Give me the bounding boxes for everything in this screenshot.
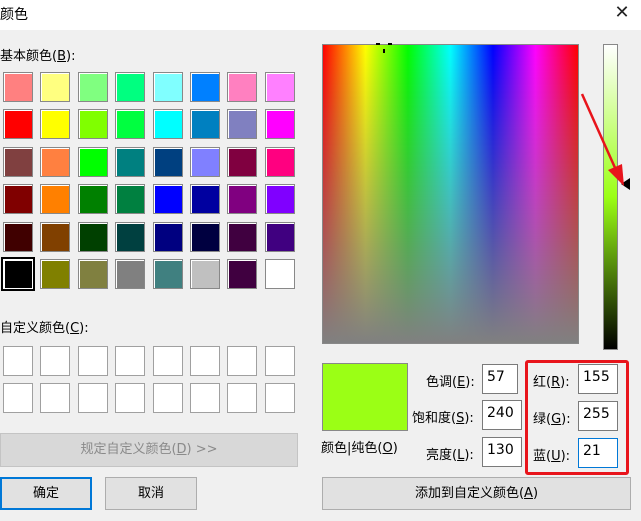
basic-color-swatch[interactable]	[227, 146, 258, 177]
basic-color-swatch[interactable]	[152, 109, 183, 140]
basic-color-swatch[interactable]	[77, 146, 108, 177]
custom-color-swatch[interactable]	[189, 346, 220, 376]
basic-color-swatch[interactable]	[264, 184, 295, 215]
basic-color-swatch[interactable]	[152, 146, 183, 177]
basic-color-swatch[interactable]	[264, 258, 295, 289]
add-to-custom-colors-button[interactable]: 添加到自定义颜色(A)	[322, 477, 631, 510]
basic-color-swatch[interactable]	[3, 72, 33, 102]
define-custom-colors-button[interactable]: 规定自定义颜色(D) >>	[0, 433, 298, 467]
custom-color-swatch[interactable]	[115, 346, 146, 376]
custom-color-swatch[interactable]	[227, 346, 258, 376]
basic-color-swatch[interactable]	[115, 221, 146, 252]
luminance-label: 亮度(L):	[426, 448, 474, 463]
custom-color-swatch[interactable]	[152, 383, 183, 413]
basic-color-swatch[interactable]	[189, 109, 220, 140]
basic-color-swatch[interactable]	[77, 109, 108, 140]
custom-color-swatch[interactable]	[152, 346, 183, 376]
basic-color-swatch[interactable]	[115, 109, 146, 140]
custom-color-swatch[interactable]	[40, 346, 71, 376]
basic-color-swatch[interactable]	[115, 72, 146, 102]
luminance-input[interactable]: 130	[482, 437, 522, 467]
title-bar: 颜色 ✕	[0, 0, 641, 30]
custom-color-swatch[interactable]	[227, 383, 258, 413]
basic-color-swatch[interactable]	[152, 184, 183, 215]
basic-color-swatch[interactable]	[152, 258, 183, 289]
ok-button[interactable]: 确定	[0, 477, 92, 510]
basic-color-swatch[interactable]	[227, 72, 258, 102]
basic-color-swatch[interactable]	[1, 256, 35, 291]
basic-color-swatch[interactable]	[189, 221, 220, 252]
basic-color-swatch[interactable]	[40, 109, 71, 140]
basic-color-swatch[interactable]	[115, 146, 146, 177]
basic-color-swatch[interactable]	[40, 146, 71, 177]
basic-color-swatch[interactable]	[40, 184, 71, 215]
basic-color-swatch[interactable]	[264, 109, 295, 140]
custom-colors-grid	[3, 346, 295, 413]
close-button[interactable]: ✕	[611, 2, 633, 24]
basic-color-swatch[interactable]	[77, 221, 108, 252]
hue-input[interactable]: 57	[482, 364, 518, 394]
window-title: 颜色	[0, 7, 28, 23]
basic-color-swatch[interactable]	[40, 221, 71, 252]
saturation-label: 饱和度(S):	[412, 411, 474, 426]
color-solid-label: 颜色|纯色(O)	[321, 441, 398, 456]
basic-color-swatch[interactable]	[3, 221, 33, 252]
rgb-highlight-box	[525, 360, 629, 475]
basic-color-swatch[interactable]	[227, 258, 258, 289]
cancel-button[interactable]: 取消	[105, 477, 197, 510]
basic-color-swatch[interactable]	[3, 109, 33, 140]
basic-color-swatch[interactable]	[115, 184, 146, 215]
custom-color-swatch[interactable]	[77, 383, 108, 413]
basic-color-swatch[interactable]	[189, 184, 220, 215]
custom-color-swatch[interactable]	[264, 346, 295, 376]
custom-color-swatch[interactable]	[264, 383, 295, 413]
basic-color-swatch[interactable]	[115, 258, 146, 289]
custom-color-swatch[interactable]	[3, 383, 33, 413]
basic-color-swatch[interactable]	[189, 258, 220, 289]
hue-label: 色调(E):	[426, 375, 475, 390]
custom-colors-label: 自定义颜色(C):	[0, 321, 89, 336]
basic-colors-grid	[1, 72, 295, 291]
basic-color-swatch[interactable]	[77, 184, 108, 215]
basic-color-swatch[interactable]	[189, 146, 220, 177]
basic-color-swatch[interactable]	[40, 258, 71, 289]
basic-color-swatch[interactable]	[264, 146, 295, 177]
basic-color-swatch[interactable]	[227, 221, 258, 252]
basic-color-swatch[interactable]	[3, 184, 33, 215]
basic-color-swatch[interactable]	[264, 72, 295, 102]
saturation-input[interactable]: 240	[482, 400, 522, 430]
basic-color-swatch[interactable]	[40, 72, 71, 102]
custom-color-swatch[interactable]	[40, 383, 71, 413]
custom-color-swatch[interactable]	[115, 383, 146, 413]
custom-color-swatch[interactable]	[77, 346, 108, 376]
basic-colors-label: 基本颜色(B):	[0, 49, 76, 64]
basic-color-swatch[interactable]	[152, 221, 183, 252]
basic-color-swatch[interactable]	[77, 258, 108, 289]
annotation-arrow-icon	[580, 93, 624, 186]
basic-color-swatch[interactable]	[152, 72, 183, 102]
basic-color-swatch[interactable]	[227, 109, 258, 140]
basic-color-swatch[interactable]	[264, 221, 295, 252]
basic-color-swatch[interactable]	[77, 72, 108, 102]
custom-color-swatch[interactable]	[189, 383, 220, 413]
crosshair-icon	[376, 43, 392, 53]
custom-color-swatch[interactable]	[3, 346, 33, 376]
color-spectrum[interactable]	[322, 44, 579, 344]
color-preview	[322, 363, 408, 431]
basic-color-swatch[interactable]	[227, 184, 258, 215]
basic-color-swatch[interactable]	[189, 72, 220, 102]
basic-color-swatch[interactable]	[3, 146, 33, 177]
